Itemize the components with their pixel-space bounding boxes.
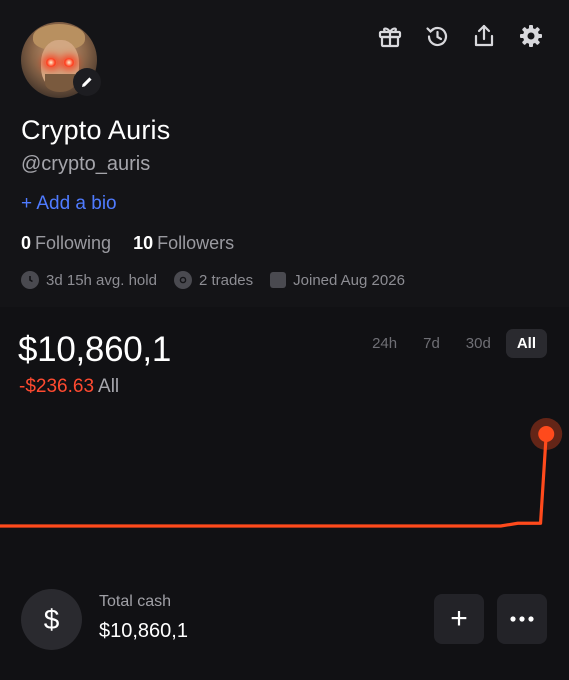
following-label: Following: [35, 233, 112, 253]
tab-7d[interactable]: 7d: [412, 329, 451, 358]
following-link[interactable]: 0 Following: [21, 233, 111, 254]
edit-avatar-button[interactable]: [73, 68, 101, 96]
timeframe-tabs: 24h 7d 30d All: [361, 329, 547, 358]
coins-icon: [173, 271, 192, 289]
profile-header: Crypto Auris @crypto_auris + Add a bio 0…: [0, 0, 569, 307]
gift-icon[interactable]: [376, 22, 404, 50]
header-actions: [376, 22, 545, 50]
follow-counts: 0 Following 10 Followers: [21, 233, 234, 254]
tab-all[interactable]: All: [505, 329, 547, 358]
pencil-icon: [82, 77, 92, 87]
calendar-icon: [270, 272, 287, 288]
stat-avg-hold: 3d 15h avg. hold: [21, 271, 157, 289]
clock-icon: [21, 271, 39, 289]
following-count: 0: [21, 233, 32, 253]
avatar-eye-left: [45, 58, 57, 67]
add-bio-link[interactable]: + Add a bio: [21, 193, 117, 215]
stat-trades: 2 trades: [173, 271, 254, 289]
portfolio-pnl: -$236.63 All: [19, 376, 119, 398]
followers-link[interactable]: 10 Followers: [133, 233, 234, 254]
followers-label: Followers: [157, 233, 235, 253]
profile-name: Crypto Auris: [21, 115, 171, 145]
stat-joined: Joined Aug 2026: [270, 271, 405, 289]
cash-icon: $: [21, 589, 82, 650]
followers-count: 10: [133, 233, 154, 253]
more-icon: [510, 616, 534, 622]
settings-icon[interactable]: [517, 22, 545, 50]
chart-series-line: [0, 433, 548, 528]
avatar-eye-right: [63, 58, 75, 67]
total-cash-label: Total cash: [99, 593, 172, 610]
avg-hold-text: 3d 15h avg. hold: [46, 271, 157, 289]
more-options-button[interactable]: [497, 594, 547, 644]
profile-handle: @crypto_auris: [21, 153, 151, 175]
trades-text: 2 trades: [198, 271, 254, 289]
pnl-range: All: [98, 376, 120, 397]
pnl-value: -$236.63: [19, 376, 95, 397]
history-icon[interactable]: [423, 22, 451, 50]
add-button[interactable]: +: [434, 594, 484, 644]
portfolio-balance: $10,860,1: [18, 330, 172, 369]
tab-30d[interactable]: 30d: [455, 329, 502, 358]
tab-24h[interactable]: 24h: [361, 329, 408, 358]
total-cash-value: $10,860,1: [99, 620, 188, 642]
joined-text: Joined Aug 2026: [293, 271, 405, 289]
share-icon[interactable]: [470, 22, 498, 50]
portfolio-chart: [0, 418, 563, 528]
chart-endpoint-dot: [538, 426, 555, 442]
avatar-beard: [45, 74, 75, 92]
profile-stats: 3d 15h avg. hold 2 trades Joined Aug 202…: [21, 271, 405, 289]
